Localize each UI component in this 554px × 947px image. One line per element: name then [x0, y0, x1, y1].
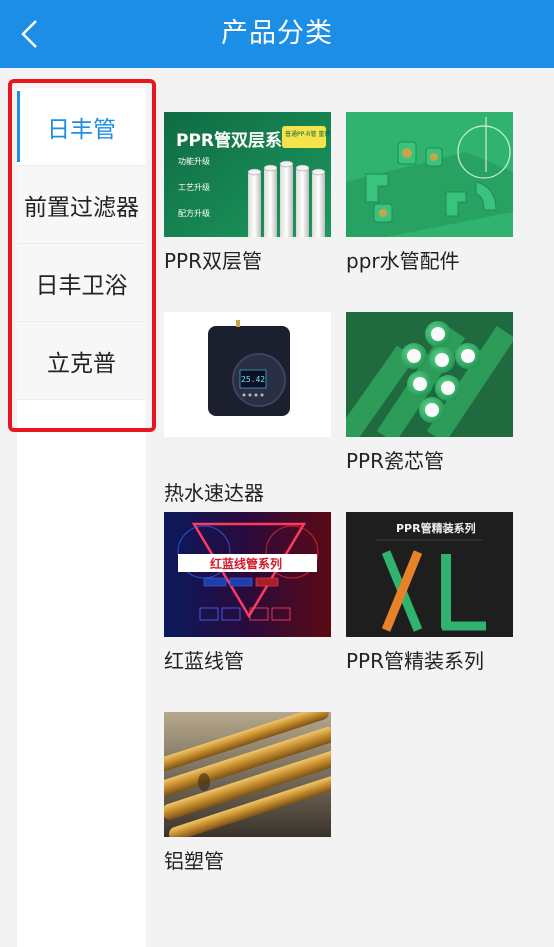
sidebar-item-prefilter[interactable]: 前置过滤器	[17, 166, 146, 244]
sidebar-item-label: 立克普	[47, 350, 116, 377]
product-name: 热水速达器	[164, 481, 264, 505]
product-card[interactable]: PPR管精装系列 PPR管精装系列	[346, 512, 513, 674]
product-card[interactable]: 25.42 热水速达器	[164, 312, 331, 506]
image-badge-text: 普通PP-R管 重磅升级版	[285, 130, 331, 138]
image-banner-text: 红蓝线管系列	[210, 556, 282, 571]
category-sidebar: 日丰管 前置过滤器 日丰卫浴 立克普	[17, 88, 146, 947]
sidebar-item-label: 日丰管	[47, 116, 116, 143]
product-card[interactable]: PPR管双层系列 普通PP-R管 重磅升级版 功能升级 工艺升级 配方升级	[164, 112, 331, 274]
image-title-text: PPR管精装系列	[396, 521, 476, 535]
product-image: 红蓝线管系列	[164, 512, 331, 637]
page-title: 产品分类	[221, 18, 333, 49]
image-feature-line: 功能升级	[178, 156, 210, 166]
product-image: PPR管双层系列 普通PP-R管 重磅升级版 功能升级 工艺升级 配方升级	[164, 112, 331, 237]
product-card[interactable]: PPR瓷芯管	[346, 312, 513, 474]
product-grid: PPR管双层系列 普通PP-R管 重磅升级版 功能升级 工艺升级 配方升级	[146, 68, 554, 947]
sidebar-item-rifeng-bathroom[interactable]: 日丰卫浴	[17, 244, 146, 322]
sidebar-item-likepu[interactable]: 立克普	[17, 322, 146, 400]
image-feature-line: 配方升级	[178, 208, 210, 218]
product-name: PPR管精装系列	[346, 649, 485, 673]
product-card[interactable]: 铝塑管	[164, 712, 331, 874]
device-display-text: 25.42	[241, 375, 265, 384]
product-card[interactable]: ppr水管配件	[346, 112, 513, 274]
product-image: 25.42	[164, 312, 331, 437]
sidebar-item-rifeng-pipe[interactable]: 日丰管	[17, 88, 146, 166]
product-name: PPR双层管	[164, 249, 263, 273]
image-feature-line: 工艺升级	[178, 182, 210, 192]
header-bar: 产品分类	[0, 0, 554, 68]
product-name: PPR瓷芯管	[346, 449, 445, 473]
product-image	[346, 112, 513, 237]
image-title-text: PPR管双层系列	[176, 130, 299, 151]
product-card[interactable]: 红蓝线管系列 红蓝线管	[164, 512, 331, 674]
sidebar-item-label: 前置过滤器	[24, 194, 139, 221]
product-name: ppr水管配件	[346, 249, 460, 273]
product-name: 红蓝线管	[164, 649, 244, 673]
product-image	[346, 312, 513, 437]
product-image	[164, 712, 331, 837]
sidebar-item-label: 日丰卫浴	[35, 272, 128, 299]
product-name: 铝塑管	[164, 849, 224, 873]
product-image: PPR管精装系列	[346, 512, 513, 637]
